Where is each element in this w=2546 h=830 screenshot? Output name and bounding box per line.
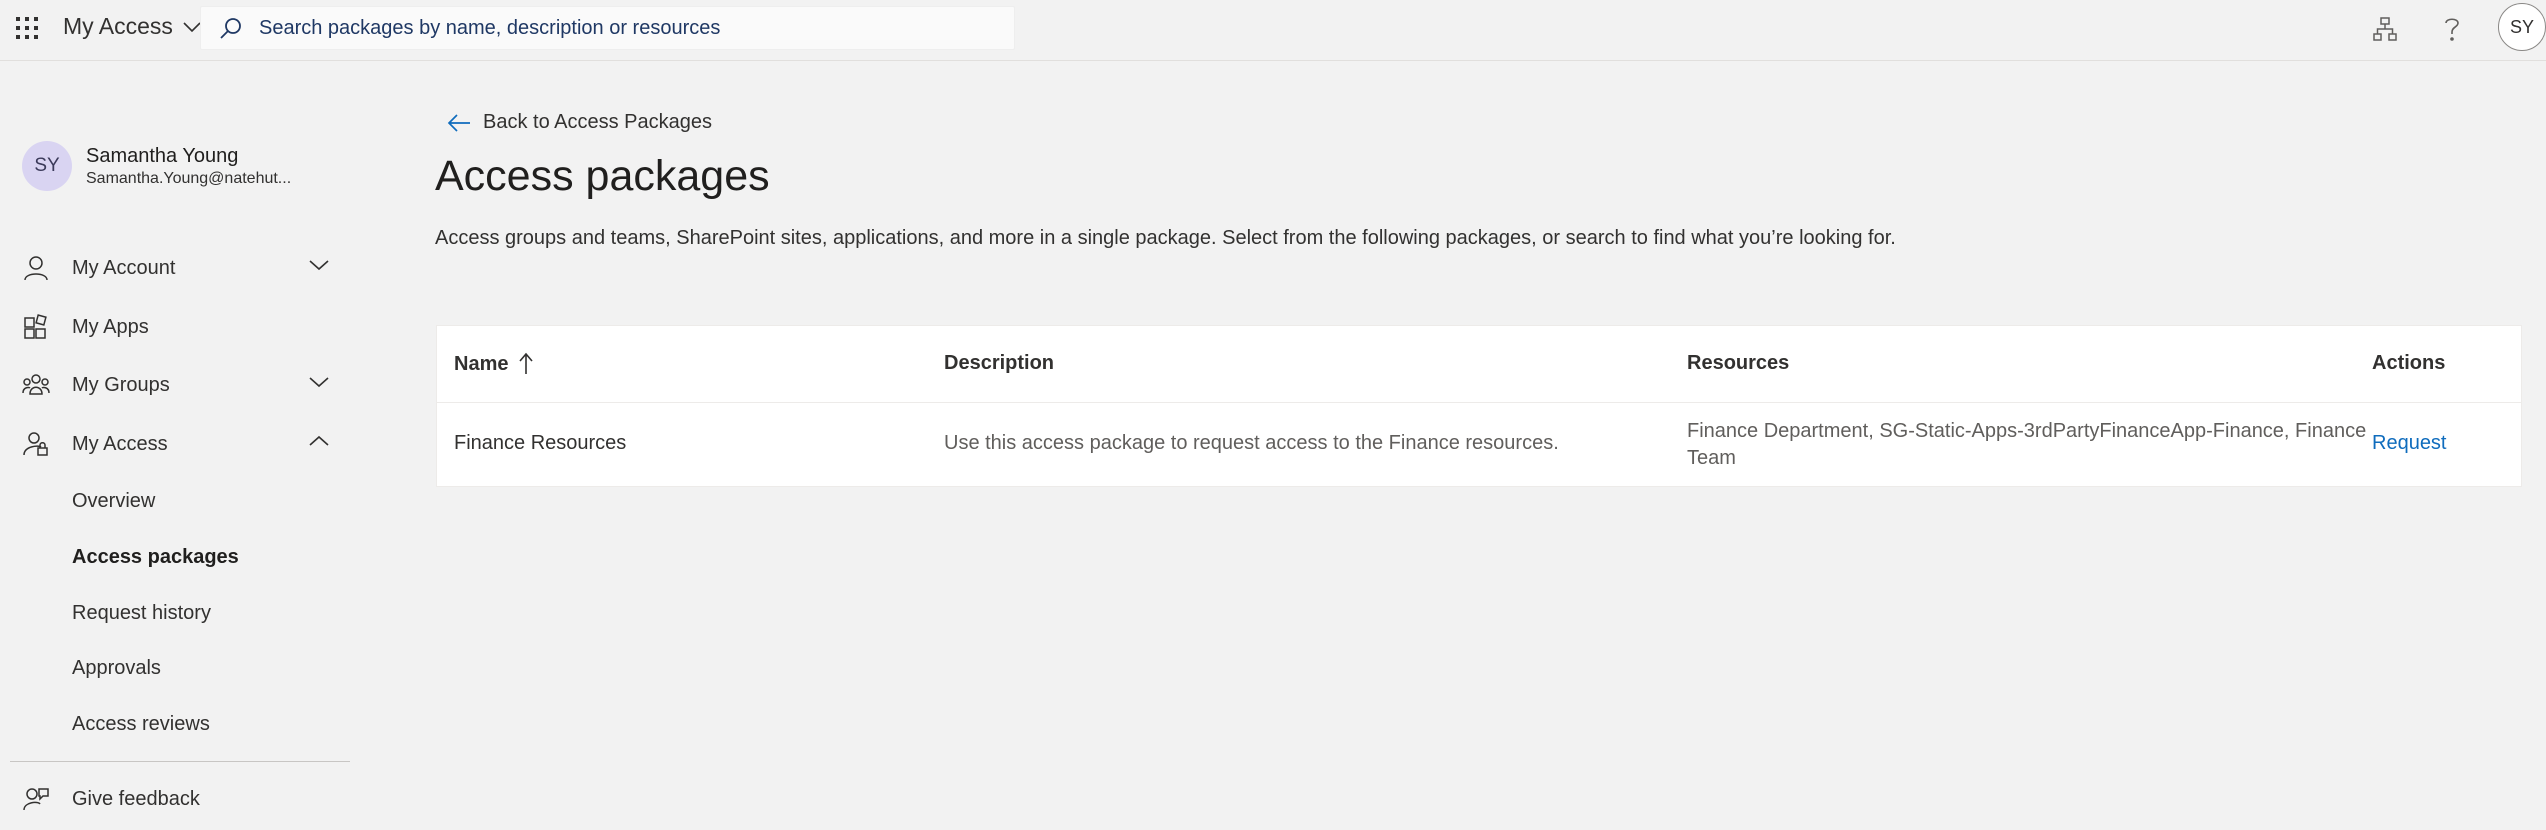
app-launcher-waffle-icon[interactable] <box>14 15 40 41</box>
search-box[interactable] <box>200 6 1015 50</box>
resources-line: Finance Department, SG-Static-Apps-3rdPa… <box>1687 420 2367 442</box>
table-row[interactable]: Finance Resources Use this access packag… <box>437 403 2521 487</box>
sidebar-item-my-access[interactable]: My Access <box>22 424 342 464</box>
column-header-name[interactable]: Name <box>454 352 534 376</box>
sidebar-item-my-groups[interactable]: My Groups <box>22 365 342 405</box>
chevron-up-icon <box>309 435 329 446</box>
column-header-description: Description <box>944 352 1055 374</box>
column-header-actions: Actions <box>2372 352 2446 374</box>
sort-ascending-icon <box>519 352 534 374</box>
apps-icon <box>22 313 50 341</box>
profile-card: SY Samantha Young Samantha.Young@natehut… <box>22 141 291 191</box>
package-resources: Finance Department, SG-Static-Apps-3rdPa… <box>1687 418 2366 472</box>
avatar: SY <box>22 141 72 191</box>
app-title: My Access <box>63 13 173 39</box>
groups-icon <box>22 371 50 399</box>
app-switcher[interactable]: My Access <box>63 13 201 40</box>
chevron-down-icon <box>309 377 329 388</box>
user-avatar[interactable]: SY <box>2498 3 2546 51</box>
sidebar-divider <box>10 761 350 762</box>
sidebar-item-label: My Groups <box>72 373 170 396</box>
sidebar-item-my-apps[interactable]: My Apps <box>22 307 342 347</box>
access-packages-table: Name Description Resources Actions Finan… <box>436 325 2522 487</box>
sidebar-subitem-overview[interactable]: Overview <box>72 490 155 513</box>
resources-line: Team <box>1687 447 1736 469</box>
sidebar-subitem-request-history[interactable]: Request history <box>72 602 211 625</box>
sidebar-subitem-access-packages[interactable]: Access packages <box>72 546 239 569</box>
page-title: Access packages <box>435 152 770 200</box>
lock-person-icon <box>22 430 50 458</box>
search-icon <box>220 18 241 39</box>
give-feedback-button[interactable]: Give feedback <box>22 779 342 819</box>
sidebar-item-label: Give feedback <box>72 787 200 810</box>
sidebar-item-label: My Access <box>72 432 168 455</box>
sidebar-subitem-approvals[interactable]: Approvals <box>72 657 161 680</box>
page-description: Access groups and teams, SharePoint site… <box>435 227 1896 249</box>
chevron-down-icon <box>183 21 201 32</box>
top-bar: My Access SY <box>0 0 2546 61</box>
package-description: Use this access package to request acces… <box>944 432 1559 454</box>
help-icon[interactable] <box>2437 14 2467 44</box>
sidebar-subitem-access-reviews[interactable]: Access reviews <box>72 713 210 736</box>
org-chart-icon[interactable] <box>2370 14 2400 44</box>
arrow-left-icon <box>447 113 470 132</box>
sidebar-item-label: My Apps <box>72 315 149 338</box>
column-header-resources: Resources <box>1687 352 1790 374</box>
back-to-access-packages-link[interactable]: Back to Access Packages <box>447 111 712 134</box>
column-header-label: Name <box>454 352 509 375</box>
sidebar-item-my-account[interactable]: My Account <box>22 248 342 288</box>
package-name: Finance Resources <box>454 432 627 454</box>
feedback-icon <box>22 785 50 813</box>
person-icon <box>22 254 50 282</box>
table-header: Name Description Resources Actions <box>437 326 2521 403</box>
back-link-label: Back to Access Packages <box>483 111 713 133</box>
request-button[interactable]: Request <box>2372 432 2447 455</box>
chevron-down-icon <box>309 260 329 271</box>
profile-name: Samantha Young <box>86 144 239 167</box>
sidebar-item-label: My Account <box>72 256 176 279</box>
profile-email: Samantha.Young@natehut... <box>86 169 292 187</box>
search-input[interactable] <box>257 15 961 41</box>
